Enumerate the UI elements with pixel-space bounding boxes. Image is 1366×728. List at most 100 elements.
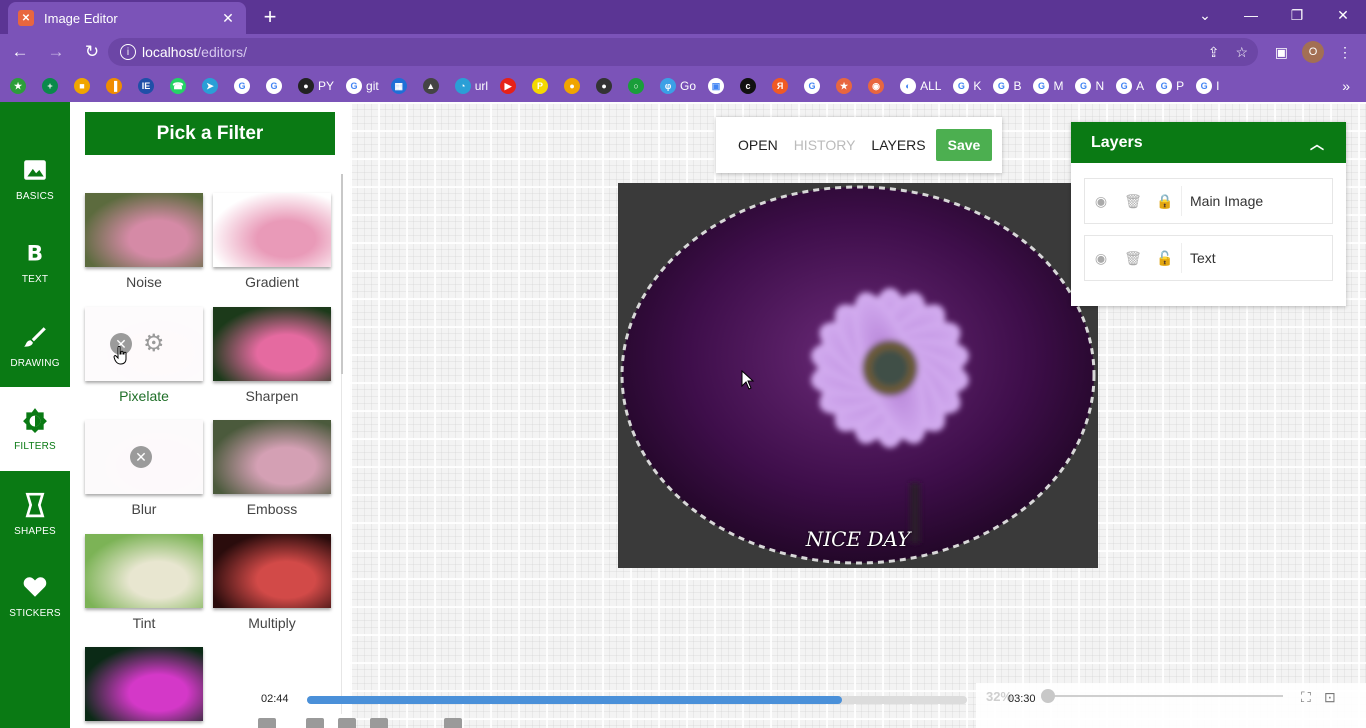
trash-icon[interactable]: 🗑 (1117, 250, 1149, 267)
minimize-button[interactable]: — (1228, 0, 1274, 30)
filter-gradient[interactable]: Gradient (213, 193, 331, 290)
gear-icon[interactable]: ⚙ (143, 329, 165, 358)
eye-icon[interactable]: ◉ (1085, 250, 1117, 267)
filter-tint[interactable]: Tint (85, 534, 203, 631)
bookmark-item[interactable]: Я (772, 78, 792, 94)
filter-thumb[interactable] (85, 193, 203, 267)
bookmark-item[interactable]: G (234, 78, 254, 94)
filter-emboss[interactable]: Emboss (213, 420, 331, 517)
bookmark-item[interactable]: ▲ (422, 78, 443, 94)
bookmark-item[interactable]: ▦ (390, 78, 411, 94)
layers-header[interactable]: Layers ︿ (1071, 122, 1346, 163)
bookmark-item[interactable]: GA (1116, 78, 1144, 94)
remove-filter-icon[interactable]: ✕ (130, 446, 152, 468)
volume-track[interactable] (1046, 695, 1283, 697)
open-button[interactable]: OPEN (738, 137, 778, 153)
close-icon[interactable]: ✕ (220, 10, 236, 27)
rail-item-text[interactable]: B TEXT (0, 220, 70, 304)
bookmark-item[interactable]: φ Go (660, 78, 696, 94)
bookmark-item[interactable]: + (42, 78, 62, 94)
filter-thumb[interactable] (85, 534, 203, 608)
profile-avatar[interactable]: O (1302, 41, 1324, 63)
video-progress-track[interactable] (307, 696, 967, 704)
rail-item-filters[interactable]: FILTERS (0, 387, 70, 471)
filter-thumb[interactable]: ✕ (85, 420, 203, 494)
layers-button[interactable]: LAYERS (871, 137, 925, 153)
bookmark-item[interactable]: ● (564, 78, 584, 94)
share-icon[interactable]: ⇪ (1208, 44, 1220, 61)
window-close-button[interactable]: ✕ (1320, 0, 1366, 30)
bookmark-item[interactable]: ■ (74, 78, 94, 94)
filter-multiply[interactable]: Multiply (213, 534, 331, 631)
filter-thumb[interactable] (213, 420, 331, 494)
bookmark-item[interactable]: c (740, 78, 760, 94)
bookmark-item[interactable]: ➤ (202, 78, 222, 94)
forward-arrow-icon[interactable]: → (40, 37, 72, 67)
bookmark-star-icon[interactable]: ☆ (1235, 44, 1248, 61)
tab-search-icon[interactable]: ⌄ (1182, 0, 1228, 30)
history-button[interactable]: HISTORY (794, 137, 856, 153)
unlock-icon[interactable]: 🔓 (1149, 250, 1181, 267)
settings-icon[interactable] (444, 718, 462, 728)
address-input[interactable]: i localhost/editors/ ⇪ ☆ (108, 38, 1258, 66)
filter-thumb[interactable] (85, 647, 203, 721)
bookmark-item[interactable]: ★ (836, 78, 856, 94)
filter-thumb[interactable] (213, 307, 331, 381)
bookmark-item[interactable]: GB (993, 78, 1021, 94)
bookmark-item[interactable]: ◉ (868, 78, 888, 94)
canvas-text-layer[interactable]: NICE DAY (618, 527, 1098, 551)
fullscreen-icon[interactable]: ⛶ (1301, 689, 1311, 706)
bookmark-item[interactable]: ▶ (500, 78, 520, 94)
layer-row-text[interactable]: ◉ 🗑 🔓 Text (1084, 235, 1333, 281)
pause-icon[interactable] (258, 718, 276, 728)
lock-icon[interactable]: 🔒 (1149, 193, 1181, 210)
filter-pixelate[interactable]: ✕ ⚙ Pixelate (85, 307, 203, 404)
panel-scrollbar[interactable] (341, 174, 343, 374)
reload-icon[interactable]: ↻ (76, 37, 108, 67)
bookmark-item[interactable]: GK (953, 78, 981, 94)
filter-noise[interactable]: Noise (85, 193, 203, 290)
bookmark-item[interactable]: ● PY (298, 78, 334, 94)
focus-icon[interactable]: ⊡ (1324, 689, 1336, 706)
bookmark-item[interactable]: G (804, 78, 824, 94)
bookmark-item[interactable]: ★ (10, 78, 30, 94)
bookmark-item[interactable]: ◐ ALL (900, 78, 941, 94)
filter-thumb[interactable]: ✕ ⚙ (85, 307, 203, 381)
chevron-up-icon[interactable]: ︿ (1310, 134, 1324, 154)
bookmark-item[interactable]: P (532, 78, 552, 94)
bookmark-item[interactable]: ○ (628, 78, 648, 94)
browser-tab[interactable]: ✕ Image Editor ✕ (8, 2, 246, 34)
skip-back-icon[interactable] (306, 718, 324, 728)
bookmark-item[interactable]: ◔ url (454, 78, 488, 94)
bookmark-item[interactable]: GM (1033, 78, 1063, 94)
filter-sharpen[interactable]: Sharpen (213, 307, 331, 404)
bookmark-item[interactable]: Ggit (346, 78, 379, 94)
side-panel-icon[interactable]: ▣ (1275, 44, 1288, 61)
filter-thumb[interactable] (213, 534, 331, 608)
bookmark-item[interactable]: ● (596, 78, 616, 94)
eye-icon[interactable]: ◉ (1085, 193, 1117, 210)
site-info-icon[interactable]: i (120, 44, 136, 60)
rail-item-basics[interactable]: BASICS (0, 137, 70, 221)
bookmark-item[interactable]: GN (1075, 78, 1104, 94)
skip-forward-icon[interactable] (370, 718, 388, 728)
layer-row-main-image[interactable]: ◉ 🗑 🔒 Main Image (1084, 178, 1333, 224)
bookmark-item[interactable]: IE (138, 78, 158, 94)
bookmark-item[interactable]: ▐ (106, 78, 126, 94)
filter-thumb[interactable] (213, 193, 331, 267)
volume-knob[interactable] (1041, 689, 1055, 703)
image-canvas[interactable]: NICE DAY (618, 183, 1098, 568)
rail-item-drawing[interactable]: DRAWING (0, 304, 70, 388)
menu-kebab-icon[interactable]: ⋮ (1338, 44, 1352, 61)
trash-icon[interactable]: 🗑 (1117, 193, 1149, 210)
save-button[interactable]: Save (935, 129, 993, 161)
bookmark-item[interactable]: ▣ (708, 78, 728, 94)
restore-button[interactable]: ❐ (1274, 0, 1320, 30)
bookmark-item[interactable]: GP (1156, 78, 1184, 94)
rail-item-stickers[interactable]: STICKERS (0, 554, 70, 638)
bookmark-item[interactable]: G (266, 78, 286, 94)
filter-next[interactable] (85, 647, 203, 721)
back-arrow-icon[interactable]: ← (4, 37, 36, 67)
bookmark-item[interactable]: GI (1196, 78, 1220, 94)
bookmark-item[interactable]: ☎ (170, 78, 190, 94)
